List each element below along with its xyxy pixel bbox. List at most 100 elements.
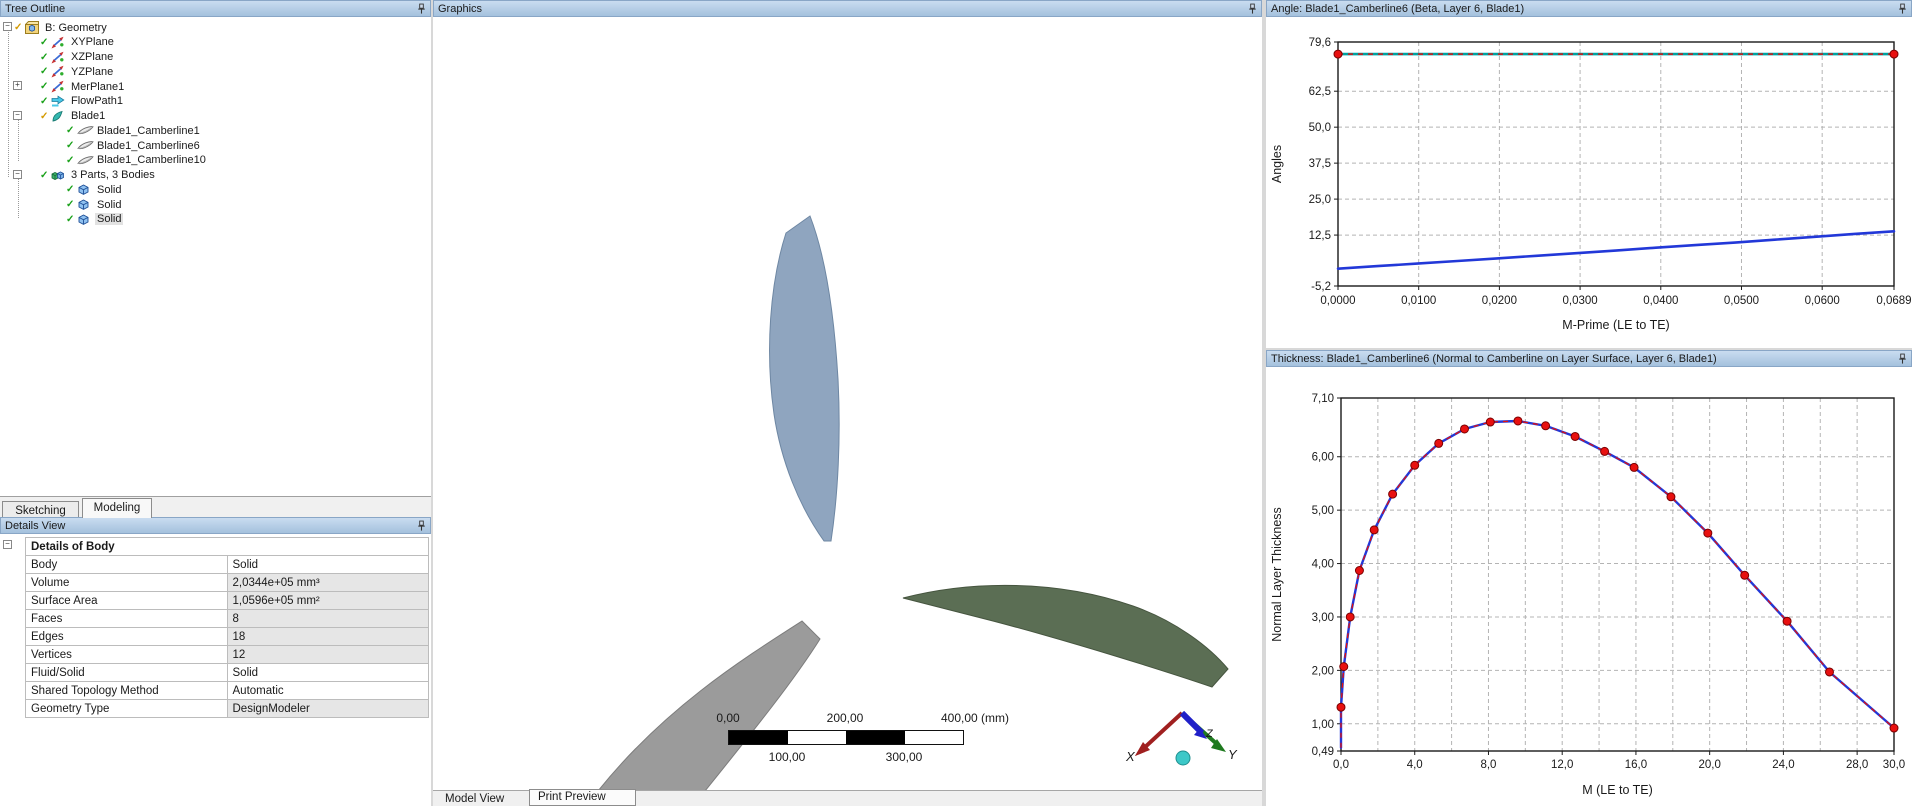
data-point-marker[interactable] — [1600, 446, 1610, 456]
tree-item-solid[interactable]: ✓ Solid — [0, 182, 431, 197]
x-tick-label: 28,0 — [1846, 759, 1868, 771]
x-tick-label: 0,0300 — [1562, 295, 1597, 307]
data-point-marker[interactable] — [1345, 612, 1355, 622]
details-value[interactable]: Automatic — [226, 681, 429, 700]
blade-body-blue[interactable] — [769, 215, 840, 542]
details-collapse-toggle[interactable]: − — [3, 540, 12, 549]
tree-item-solid[interactable]: ✓ Solid — [0, 212, 431, 227]
tree-item-flowpath1[interactable]: ✓ FlowPath1 — [0, 94, 431, 109]
x-tick-label: 0,0500 — [1724, 295, 1759, 307]
details-value: 2,0344e+05 mm³ — [226, 573, 429, 592]
tree-item-solid[interactable]: ✓ Solid — [0, 197, 431, 212]
tree-item-blade1-camberline6[interactable]: ✓ Blade1_Camberline6 — [0, 138, 431, 153]
collapse-icon[interactable]: − — [13, 169, 22, 179]
data-point-marker[interactable] — [1410, 460, 1420, 470]
data-point-marker[interactable] — [1570, 431, 1580, 441]
tab-print-preview[interactable]: Print Preview — [529, 789, 636, 806]
data-point-marker[interactable] — [1354, 565, 1364, 575]
pin-icon[interactable] — [1898, 353, 1907, 365]
status-check-icon: ✓ — [40, 81, 49, 92]
data-point-marker[interactable] — [1889, 723, 1899, 733]
y-tick-label: 2,00 — [1312, 665, 1334, 677]
details-row-vertices: Vertices 12 — [25, 645, 429, 664]
orientation-triad[interactable]: X Y Z — [1110, 697, 1240, 787]
details-of-body-table: Details of Body Body Solid Volume 2,0344e+05… — [25, 537, 429, 718]
data-point-marker[interactable] — [1782, 616, 1792, 626]
thickness-chart-header: Thickness: Blade1_Camberline6 (Normal to… — [1266, 350, 1912, 367]
tree-item-3-parts-3-bodies[interactable]: − ✓ 3 Parts, 3 Bodies — [0, 168, 431, 183]
parts-icon — [51, 169, 68, 182]
solid-icon — [77, 213, 94, 226]
graphics-header: Graphics — [433, 0, 1262, 17]
data-point-marker[interactable] — [1333, 49, 1343, 59]
tree-item-xzplane[interactable]: ✓ XZPlane — [0, 50, 431, 65]
data-point-marker[interactable] — [1740, 570, 1750, 580]
details-value[interactable]: Solid — [226, 663, 429, 682]
data-point-marker[interactable] — [1485, 417, 1495, 427]
data-point-marker[interactable] — [1460, 424, 1470, 434]
collapse-icon[interactable]: − — [13, 110, 22, 120]
blade-geometry-canvas — [598, 215, 1229, 790]
view-tabstrip: Model View Print Preview — [433, 789, 1262, 806]
data-point-marker[interactable] — [1339, 662, 1349, 672]
tree-item-label: Blade1_Camberline10 — [97, 154, 206, 167]
data-point-marker[interactable] — [1889, 49, 1899, 59]
details-view-header: Details View — [0, 517, 431, 534]
details-label: Fluid/Solid — [25, 663, 228, 682]
blade-icon — [51, 110, 68, 123]
tree-item-label: FlowPath1 — [71, 95, 123, 108]
x-tick-label: 0,0100 — [1401, 295, 1436, 307]
details-row-faces: Faces 8 — [25, 609, 429, 628]
tab-modeling[interactable]: Modeling — [82, 498, 152, 518]
tree-item-merplane1[interactable]: + ✓ MerPlane1 — [0, 79, 431, 94]
expand-icon[interactable]: + — [13, 81, 22, 90]
data-point-marker[interactable] — [1369, 525, 1379, 535]
tree-item-blade1-camberline10[interactable]: ✓ Blade1_Camberline10 — [0, 153, 431, 168]
ruler-label: 400,00 (mm) — [941, 711, 1010, 725]
tree-item-blade1-camberline1[interactable]: ✓ Blade1_Camberline1 — [0, 123, 431, 138]
y-axis-label: Angles — [1270, 145, 1284, 183]
pin-icon[interactable] — [1898, 3, 1907, 15]
x-tick-label: 0,0 — [1333, 759, 1349, 771]
x-tick-label: 0,0200 — [1482, 295, 1517, 307]
graphics-title: Graphics — [438, 2, 483, 15]
y-tick-label: 6,00 — [1312, 452, 1334, 464]
blade-body-gray[interactable] — [598, 620, 821, 790]
details-row-surface-area: Surface Area 1,0596e+05 mm² — [25, 591, 429, 610]
data-point-marker[interactable] — [1666, 492, 1676, 502]
tree-item-yzplane[interactable]: ✓ YZPlane — [0, 64, 431, 79]
graphics-viewport[interactable]: 0,00 200,00 400,00 (mm) 100,00 300,00 X … — [433, 17, 1262, 790]
collapse-icon[interactable]: − — [3, 22, 12, 31]
details-label: Geometry Type — [25, 699, 228, 718]
tree-item-b-geometry[interactable]: − ✓ B: Geometry — [0, 20, 431, 35]
camberline-icon — [77, 139, 94, 152]
pin-icon[interactable] — [1248, 3, 1257, 15]
pin-icon[interactable] — [417, 520, 426, 532]
details-row-body: Body Solid — [25, 555, 429, 574]
data-point-marker[interactable] — [1541, 421, 1551, 431]
blade-body-green[interactable] — [902, 584, 1229, 688]
data-point-marker[interactable] — [1336, 702, 1346, 712]
details-value[interactable]: Solid — [226, 555, 429, 574]
data-point-marker[interactable] — [1434, 438, 1444, 448]
tree-item-xyplane[interactable]: ✓ XYPlane — [0, 35, 431, 50]
tree-item-blade1[interactable]: − ✓ Blade1 — [0, 109, 431, 124]
data-point-marker[interactable] — [1824, 667, 1834, 677]
y-tick-label: 4,00 — [1312, 559, 1334, 571]
solid-icon — [77, 183, 94, 196]
data-point-marker[interactable] — [1513, 416, 1523, 426]
tree-item-label: XYPlane — [71, 36, 114, 49]
x-tick-label: 0,0400 — [1643, 295, 1678, 307]
plane-icon — [51, 51, 68, 64]
tab-sketching[interactable]: Sketching — [2, 501, 79, 518]
camberline-icon — [77, 124, 94, 137]
details-value: 18 — [226, 627, 429, 646]
data-point-marker[interactable] — [1703, 528, 1713, 538]
pin-icon[interactable] — [417, 3, 426, 15]
data-point-marker[interactable] — [1388, 489, 1398, 499]
tab-model-view[interactable]: Model View — [437, 792, 523, 806]
angle-chart: 79,6 62,5 50,0 37,5 25,0 12,5 -5,2 0,0000 0,0100… — [1270, 37, 1912, 332]
status-check-icon: ✓ — [40, 66, 49, 78]
x-tick-label: 0,0000 — [1320, 295, 1355, 307]
data-point-marker[interactable] — [1629, 462, 1639, 472]
